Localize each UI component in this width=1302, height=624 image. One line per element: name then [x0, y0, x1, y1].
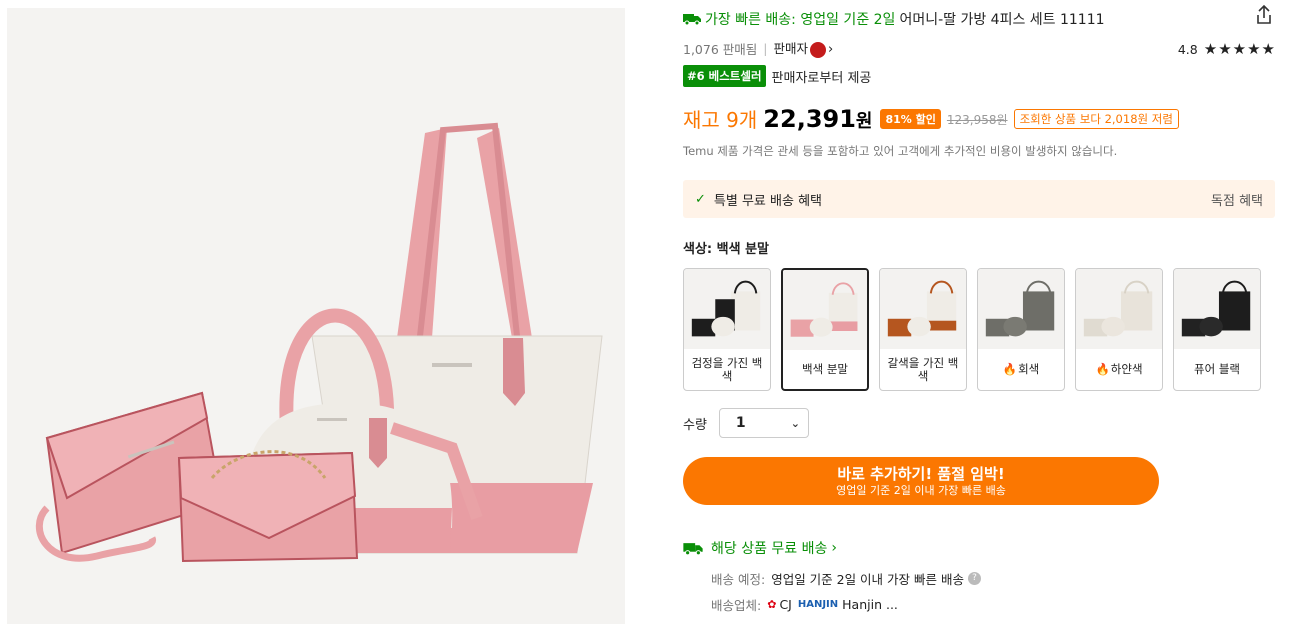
swatch-label: 🔥 하얀색 — [1095, 362, 1143, 376]
shipping-eta-value: 영업일 기준 2일 이내 가장 빠른 배송 — [771, 572, 964, 587]
seller-label: 판매자 — [773, 41, 808, 57]
cj-logo: ✿ — [767, 598, 777, 611]
title-row: 가장 빠른 배송: 영업일 기준 2일 어머니-딸 가방 4피스 세트 1111… — [683, 4, 1276, 30]
discount-badge: 81% 할인 — [880, 109, 941, 129]
carrier-cj: CJ — [779, 597, 792, 612]
rating[interactable]: 4.8 ★★★★★ — [1178, 40, 1276, 58]
swatch-thumbnail — [978, 269, 1064, 349]
truck-icon — [683, 541, 703, 556]
currency-unit: 원 — [855, 111, 873, 132]
cta-sub-label: 영업일 기준 2일 이내 가장 빠른 배송 — [836, 483, 1006, 497]
shipping-eta-key: 배송 예정: — [711, 572, 766, 587]
chevron-right-icon: › — [828, 42, 834, 58]
cheaper-than-viewed-badge: 조회한 상품 보다 2,018원 저렴 — [1013, 109, 1179, 129]
swatch-thumbnail — [1174, 269, 1260, 349]
swatch-label: 🔥 회색 — [1002, 362, 1040, 376]
price-row: 재고 9개 22,391 원 81% 할인 123,958원 조회한 상품 보다… — [683, 104, 1179, 134]
carrier-key: 배송업체: — [711, 598, 762, 613]
flame-icon: 🔥 — [1002, 362, 1018, 376]
color-swatch-list: 검정을 가진 백색 백색 분말 갈색을 가진 백색 🔥 회색 🔥 하얀색 퓨어 … — [683, 268, 1271, 391]
seller-link[interactable]: 판매자 › — [773, 38, 833, 58]
promo-label: 특별 무료 배송 혜택 — [713, 193, 822, 209]
shipping-eta-row: 배송 예정: 영업일 기준 2일 이내 가장 빠른 배송 ? — [711, 569, 981, 588]
provided-by-text: 판매자로부터 제공 — [771, 70, 872, 86]
chevron-down-icon: ⌄ — [790, 416, 800, 430]
promo-exclusive-label: 독점 혜택 — [1211, 193, 1263, 209]
badge-row: #6 베스트셀러 판매자로부터 제공 — [683, 65, 872, 87]
truck-icon — [683, 12, 701, 26]
color-selected-label: 색상: 백색 분말 — [683, 242, 770, 257]
color-swatch[interactable]: 검정을 가진 백색 — [683, 268, 771, 391]
check-icon: ✓ — [695, 191, 706, 207]
carrier-hanjin: Hanjin ... — [842, 597, 898, 612]
swatch-thumbnail — [783, 270, 867, 350]
free-shipping-link[interactable]: 해당 상품 무료 배송 › — [683, 538, 837, 558]
quantity-label: 수량 — [683, 417, 707, 433]
help-icon[interactable]: ? — [967, 572, 981, 585]
swatch-label: 검정을 가진 백색 — [691, 355, 763, 383]
swatch-label: 백색 분말 — [802, 362, 848, 376]
handbag-set-illustration — [35, 122, 603, 563]
share-icon[interactable] — [1254, 4, 1274, 26]
hanjin-logo: HANJIN — [797, 599, 839, 610]
product-info-panel: 가장 빠른 배송: 영업일 기준 2일 어머니-딸 가방 4피스 세트 1111… — [683, 0, 1276, 624]
swatch-label: 퓨어 블랙 — [1194, 362, 1240, 376]
divider: | — [763, 40, 768, 56]
shipping-heading: 해당 상품 무료 배송 — [711, 541, 828, 557]
star-rating-icon: ★★★★★ — [1203, 40, 1276, 58]
add-to-cart-button[interactable]: 바로 추가하기! 품절 임박! 영업일 기준 2일 이내 가장 빠른 배송 — [683, 457, 1159, 505]
product-image[interactable] — [7, 8, 625, 624]
swatch-label: 갈색을 가진 백색 — [887, 355, 959, 383]
color-swatch[interactable]: 🔥 회색 — [977, 268, 1065, 391]
original-price: 123,958원 — [946, 113, 1008, 127]
bestseller-badge[interactable]: #6 베스트셀러 — [683, 65, 766, 87]
rating-value: 4.8 — [1177, 41, 1198, 57]
swatch-thumbnail — [1076, 269, 1162, 349]
carrier-row: 배송업체: ✿ CJ HANJIN Hanjin ... — [711, 595, 898, 614]
color-swatch[interactable]: 퓨어 블랙 — [1173, 268, 1261, 391]
tax-note: Temu 제품 가격은 관세 등을 포함하고 있어 고객에게 추가적인 비용이 … — [683, 144, 1118, 158]
current-price: 22,391 — [763, 105, 856, 133]
fast-shipping-label: 가장 빠른 배송: 영업일 기준 2일 — [705, 12, 896, 28]
seller-logo — [810, 41, 826, 58]
sold-count: 1,076 판매됨 — [683, 41, 758, 57]
cta-main-label: 바로 추가하기! 품절 임박! — [837, 464, 1005, 483]
free-shipping-promo[interactable]: ✓ 특별 무료 배송 혜택 독점 혜택 — [683, 180, 1275, 218]
product-title: 어머니-딸 가방 4피스 세트 11111 — [899, 12, 1105, 28]
quantity-row: 수량 1 ⌄ — [683, 408, 809, 438]
swatch-thumbnail — [684, 269, 770, 349]
swatch-thumbnail — [880, 269, 966, 349]
color-swatch-selected[interactable]: 백색 분말 — [781, 268, 869, 391]
color-swatch[interactable]: 갈색을 가진 백색 — [879, 268, 967, 391]
quantity-select[interactable]: 1 ⌄ — [718, 408, 809, 438]
quantity-value: 1 — [735, 415, 746, 431]
flame-icon: 🔥 — [1095, 362, 1110, 376]
color-swatch[interactable]: 🔥 하얀색 — [1075, 268, 1163, 391]
chevron-right-icon: › — [831, 540, 837, 556]
stock-count: 재고 9개 — [683, 108, 758, 132]
